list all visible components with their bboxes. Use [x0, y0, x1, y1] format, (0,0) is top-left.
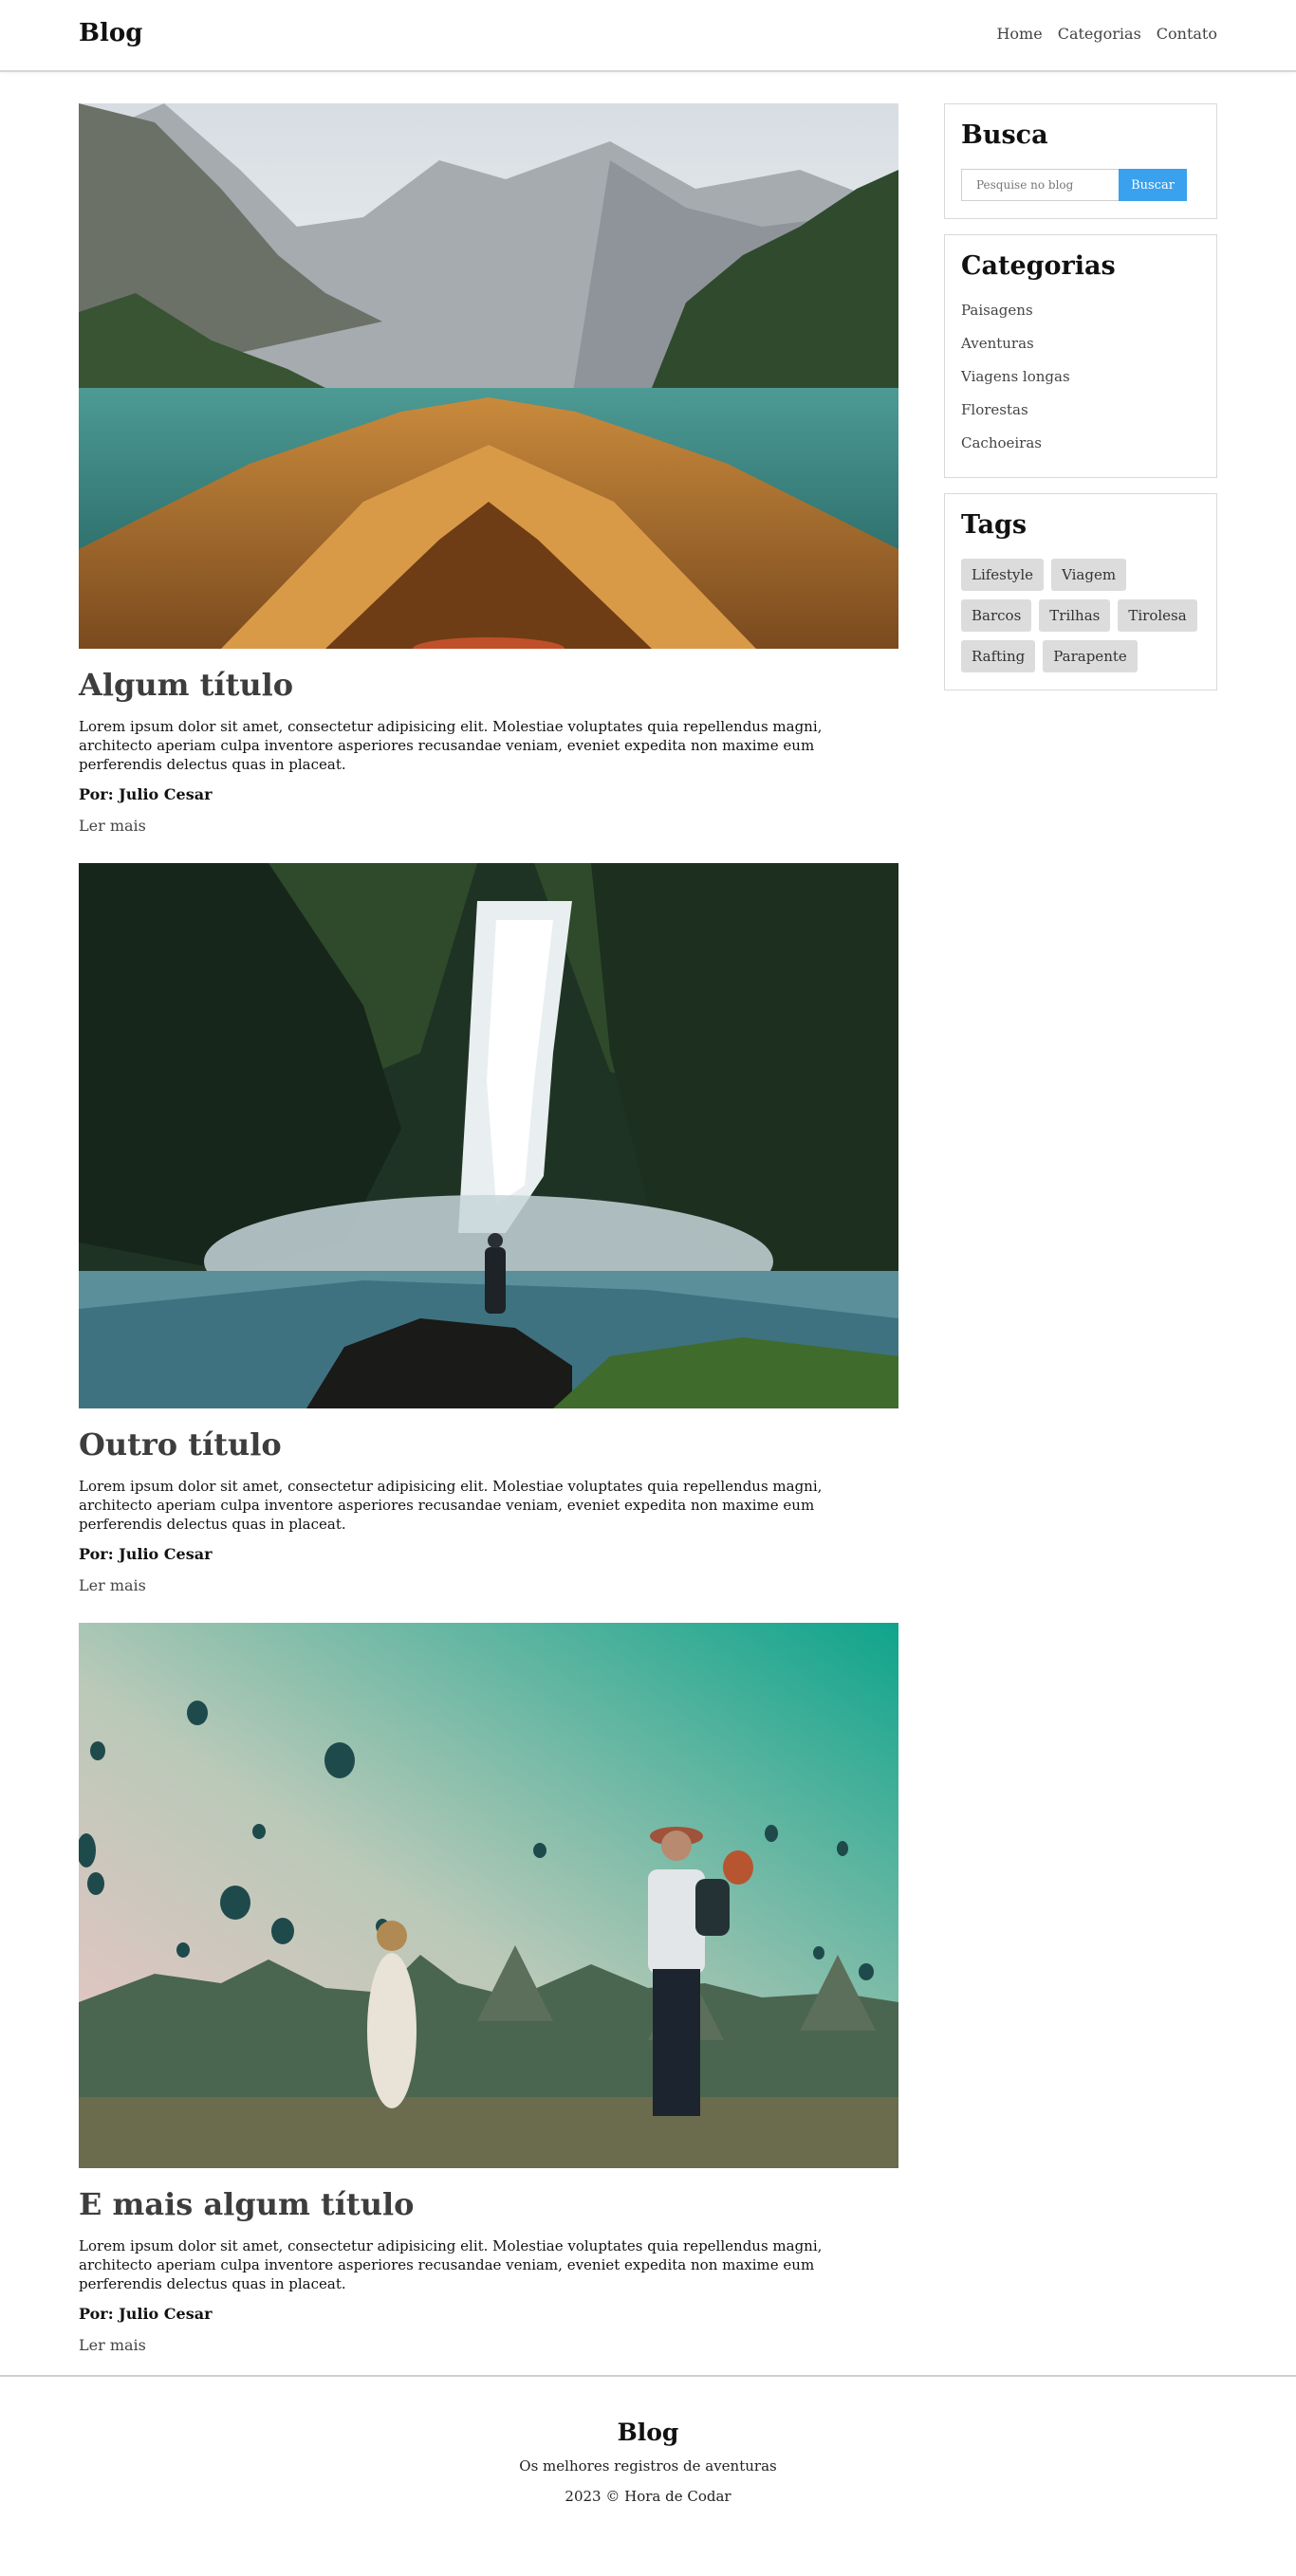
- post-author: Por: Julio Cesar: [79, 785, 213, 803]
- site-footer: Blog Os melhores registros de aventuras …: [0, 2375, 1296, 2576]
- categories-widget: Categorias Paisagens Aventuras Viagens l…: [944, 234, 1217, 478]
- search-button[interactable]: Buscar: [1119, 169, 1187, 201]
- category-item-paisagens[interactable]: Paisagens: [961, 294, 1200, 327]
- tag-lifestyle[interactable]: Lifestyle: [961, 559, 1045, 591]
- post-image-boat[interactable]: [79, 103, 898, 649]
- post-author: Por: Julio Cesar: [79, 1545, 213, 1563]
- post-card: Outro título Lorem ipsum dolor sit amet,…: [79, 863, 898, 1594]
- post-title[interactable]: Outro título: [79, 1426, 898, 1463]
- tags-widget: Tags Lifestyle Viagem Barcos Trilhas Tir…: [944, 493, 1217, 690]
- post-card: E mais algum título Lorem ipsum dolor si…: [79, 1623, 898, 2354]
- tag-parapente[interactable]: Parapente: [1043, 640, 1138, 672]
- site-logo[interactable]: Blog: [79, 19, 142, 47]
- read-more-link[interactable]: Ler mais: [79, 2336, 146, 2354]
- post-image-balloons[interactable]: [79, 1623, 898, 2168]
- sidebar: Busca Buscar Categorias Paisagens Aventu…: [944, 103, 1217, 706]
- nav-categorias-link[interactable]: Categorias: [1058, 25, 1141, 43]
- categories-widget-title: Categorias: [961, 251, 1116, 281]
- post-excerpt: Lorem ipsum dolor sit amet, consectetur …: [79, 1478, 823, 1533]
- post-excerpt: Lorem ipsum dolor sit amet, consectetur …: [79, 718, 823, 773]
- footer-title: Blog: [617, 2419, 679, 2446]
- category-item-cachoeiras[interactable]: Cachoeiras: [961, 427, 1200, 460]
- read-more-link[interactable]: Ler mais: [79, 817, 146, 835]
- search-form: Buscar: [961, 169, 1200, 201]
- footer-copyright: 2023 © Hora de Codar: [565, 2488, 731, 2505]
- post-title[interactable]: Algum título: [79, 666, 898, 704]
- post-card: Algum título Lorem ipsum dolor sit amet,…: [79, 103, 898, 835]
- search-input[interactable]: [961, 169, 1119, 201]
- post-author: Por: Julio Cesar: [79, 2305, 213, 2323]
- post-title[interactable]: E mais algum título: [79, 2185, 898, 2223]
- category-item-aventuras[interactable]: Aventuras: [961, 327, 1200, 360]
- category-item-viagens-longas[interactable]: Viagens longas: [961, 360, 1200, 394]
- tags-widget-title: Tags: [961, 510, 1028, 540]
- search-widget: Busca Buscar: [944, 103, 1217, 219]
- post-excerpt: Lorem ipsum dolor sit amet, consectetur …: [79, 2237, 823, 2292]
- tag-tirolesa[interactable]: Tirolesa: [1118, 599, 1197, 632]
- read-more-link[interactable]: Ler mais: [79, 1576, 146, 1594]
- tag-rafting[interactable]: Rafting: [961, 640, 1036, 672]
- tag-barcos[interactable]: Barcos: [961, 599, 1032, 632]
- nav-contato-link[interactable]: Contato: [1157, 25, 1217, 43]
- nav-home-link[interactable]: Home: [996, 25, 1042, 43]
- main-nav: Home Categorias Contato: [996, 25, 1217, 43]
- tag-trilhas[interactable]: Trilhas: [1039, 599, 1111, 632]
- site-header: Blog Home Categorias Contato: [0, 0, 1296, 72]
- tags-list: Lifestyle Viagem Barcos Trilhas Tirolesa…: [961, 559, 1200, 672]
- categories-list: Paisagens Aventuras Viagens longas Flore…: [961, 294, 1200, 460]
- post-image-waterfall[interactable]: [79, 863, 898, 1408]
- footer-tagline: Os melhores registros de aventuras: [519, 2457, 777, 2475]
- search-widget-title: Busca: [961, 120, 1048, 150]
- tag-viagem[interactable]: Viagem: [1051, 559, 1127, 591]
- posts-column: Algum título Lorem ipsum dolor sit amet,…: [79, 103, 898, 2354]
- category-item-florestas[interactable]: Florestas: [961, 394, 1200, 427]
